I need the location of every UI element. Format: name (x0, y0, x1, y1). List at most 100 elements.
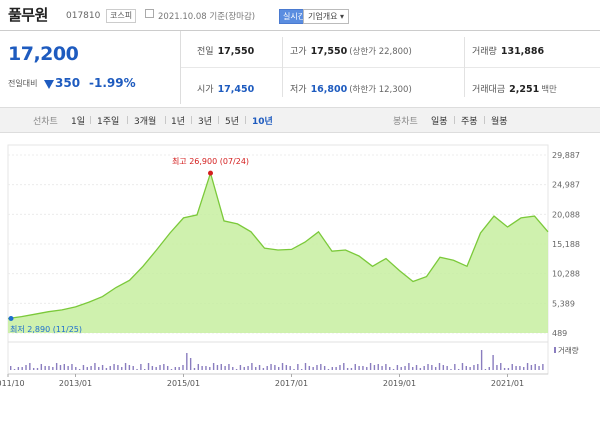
tab-5y[interactable]: 5년 (225, 114, 239, 127)
tab-1d[interactable]: 1일 (71, 114, 85, 127)
volume-bar (243, 367, 245, 370)
volume-bar (140, 364, 142, 370)
volume-bar (251, 363, 253, 370)
x-tick-label: 2013/01 (59, 379, 92, 388)
min-marker (8, 315, 14, 321)
volume-bar (515, 366, 517, 370)
company-overview-label: 기업개요 (308, 12, 338, 21)
volume-bar (147, 363, 150, 370)
high-label: 고가 (290, 47, 307, 57)
y-tick-label: 15,188 (552, 240, 580, 249)
low-value: 16,800 (310, 84, 348, 95)
volume-bar (530, 365, 533, 370)
volume-bar (446, 366, 448, 370)
volume-bar (534, 364, 536, 370)
tab-divider (165, 116, 166, 124)
volume-bar (285, 365, 288, 370)
row-divider (181, 67, 600, 68)
volume-bar (235, 369, 238, 370)
volume-bar (166, 366, 169, 370)
volume-bar (457, 369, 460, 370)
volume-bar (442, 365, 445, 370)
volume-bar (262, 368, 265, 370)
stock-header: 풀무원 017810 코스피 2021.10.08 기준(장마감) 실시간 기업… (0, 0, 600, 30)
tab-3m[interactable]: 3개월 (134, 114, 156, 127)
volume-bar (224, 366, 226, 370)
tab-divider (127, 116, 128, 124)
volume-bar (170, 369, 173, 370)
volume-bar (82, 365, 85, 370)
volume-bar (542, 364, 544, 370)
prev-close-value: 17,550 (217, 46, 255, 57)
volume-bar (507, 368, 510, 370)
volume-bar (480, 350, 483, 370)
volume-bar (377, 364, 379, 370)
volume-bar (392, 369, 395, 370)
tab-1w[interactable]: 1주일 (97, 114, 119, 127)
volume-bar (289, 366, 291, 370)
volume-bar (270, 364, 272, 370)
volume-bar (86, 367, 88, 370)
volume-bar (350, 368, 353, 370)
volume-bar (32, 368, 35, 370)
price-area (8, 173, 548, 333)
volume-bar (193, 368, 196, 370)
volume-value: 131,886 (500, 46, 545, 57)
volume-bar (71, 364, 73, 370)
volume-bar (205, 366, 207, 370)
volume-legend-swatch (554, 347, 556, 353)
volume-bar (75, 367, 77, 370)
high-cell: 고가 17,550 (상한가 22,800) (290, 44, 412, 57)
volume-bar (538, 366, 540, 370)
tab-monthly[interactable]: 월봉 (491, 114, 508, 127)
volume-bar (59, 365, 62, 370)
low-label: 저가 (290, 85, 307, 95)
volume-bar (178, 367, 180, 370)
tab-10y[interactable]: 10년 (252, 114, 273, 127)
col-divider (282, 37, 283, 97)
volume-bar (373, 365, 376, 370)
volume-bar (500, 363, 502, 370)
volume-bar (121, 367, 123, 370)
tab-1y[interactable]: 1년 (171, 114, 185, 127)
volume-bar (216, 365, 219, 370)
volume-bar (492, 355, 494, 370)
line-chart-label: 선차트 (33, 117, 58, 127)
volume-bar (381, 366, 383, 370)
tab-daily[interactable]: 일봉 (431, 114, 448, 127)
open-label: 시가 (197, 85, 214, 95)
company-overview-button[interactable]: 기업개요 ▾ (303, 9, 350, 24)
x-tick-label: 2017/01 (275, 379, 308, 388)
y-tick-label: 489 (552, 329, 567, 338)
volume-bar (431, 365, 433, 370)
tab-divider (245, 116, 246, 124)
volume-bar (293, 369, 295, 370)
volume-bar (389, 367, 391, 370)
x-tick-label: 2019/01 (383, 379, 416, 388)
low-cell: 저가 16,800 (하한가 12,300) (290, 82, 412, 95)
volume-bar (281, 363, 284, 370)
candle-chart-label: 봉차트 (393, 117, 418, 127)
down-triangle-icon (44, 80, 54, 89)
volume-bar (67, 366, 69, 370)
current-price: 17,200 (8, 43, 79, 65)
price-chart[interactable]: 29,887 24,987 20,088 15,188 10,288 5,389 489 최고… (0, 131, 600, 419)
volume-bar (400, 367, 402, 370)
volume-bar (90, 366, 92, 370)
tab-3y[interactable]: 3년 (198, 114, 212, 127)
tab-divider (454, 116, 455, 124)
volume-bar (358, 366, 360, 370)
base-date: 2021.10.08 기준(장마감) (158, 12, 256, 22)
y-tick-label: 24,987 (552, 181, 580, 190)
volume-bar (10, 366, 12, 370)
volume-bar (36, 368, 39, 370)
max-annotation: 최고 26,900 (07/24) (172, 156, 249, 166)
prev-close-label: 전일 (197, 47, 214, 57)
stock-name: 풀무원 (8, 6, 48, 24)
volume-bar (469, 367, 471, 370)
tab-weekly[interactable]: 주봉 (461, 114, 478, 127)
open-value: 17,450 (217, 84, 255, 95)
price-chart-svg: 29,887 24,987 20,088 15,188 10,288 5,389 489 최고… (0, 144, 580, 388)
volume-bar (144, 369, 146, 370)
volume-bar (308, 366, 311, 370)
